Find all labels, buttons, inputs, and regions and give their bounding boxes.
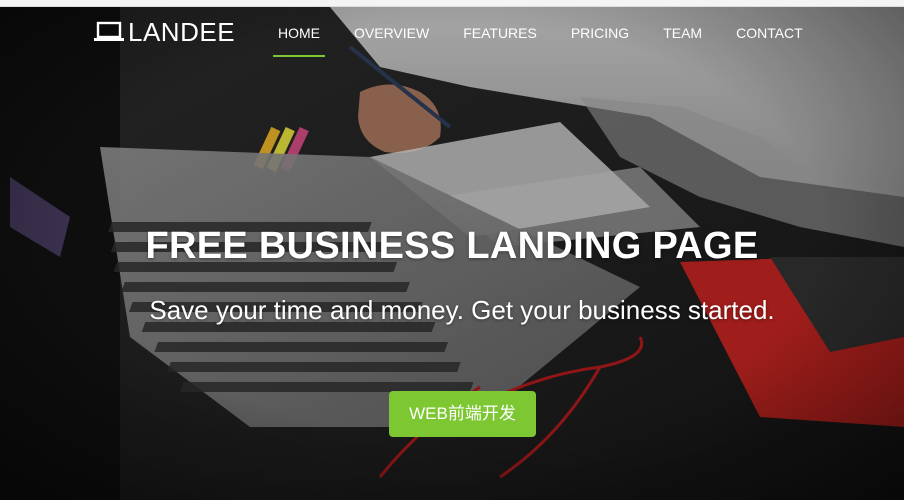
nav-item-pricing: PRICING [554,7,646,59]
nav-link-features[interactable]: FEATURES [446,7,554,59]
main-nav: HOME OVERVIEW FEATURES PRICING TEAM CONT… [261,7,820,59]
nav-link-team[interactable]: TEAM [646,7,719,59]
nav-item-team: TEAM [646,7,719,59]
hero-cta-button[interactable]: WEB前端开发 [389,391,536,437]
hero-title: FREE BUSINESS LANDING PAGE [145,225,759,267]
brand-name: LANDEE [128,17,236,47]
top-navbar: LANDEE HOME OVERVIEW FEATURES PRICING TE… [0,7,904,59]
hero-subtitle: Save your time and money. Get your busin… [149,295,775,325]
nav-link-home[interactable]: HOME [261,7,337,59]
nav-item-overview: OVERVIEW [337,7,446,59]
nav-item-contact: CONTACT [719,7,820,59]
nav-link-contact[interactable]: CONTACT [719,7,820,59]
nav-link-overview[interactable]: OVERVIEW [337,7,446,59]
browser-top-strip [0,0,904,7]
brand-logo-link[interactable]: LANDEE [94,19,235,45]
laptop-icon [94,21,124,41]
hero-section: LANDEE HOME OVERVIEW FEATURES PRICING TE… [0,7,904,500]
nav-link-pricing[interactable]: PRICING [554,7,646,59]
nav-item-features: FEATURES [446,7,554,59]
nav-item-home: HOME [261,7,337,59]
